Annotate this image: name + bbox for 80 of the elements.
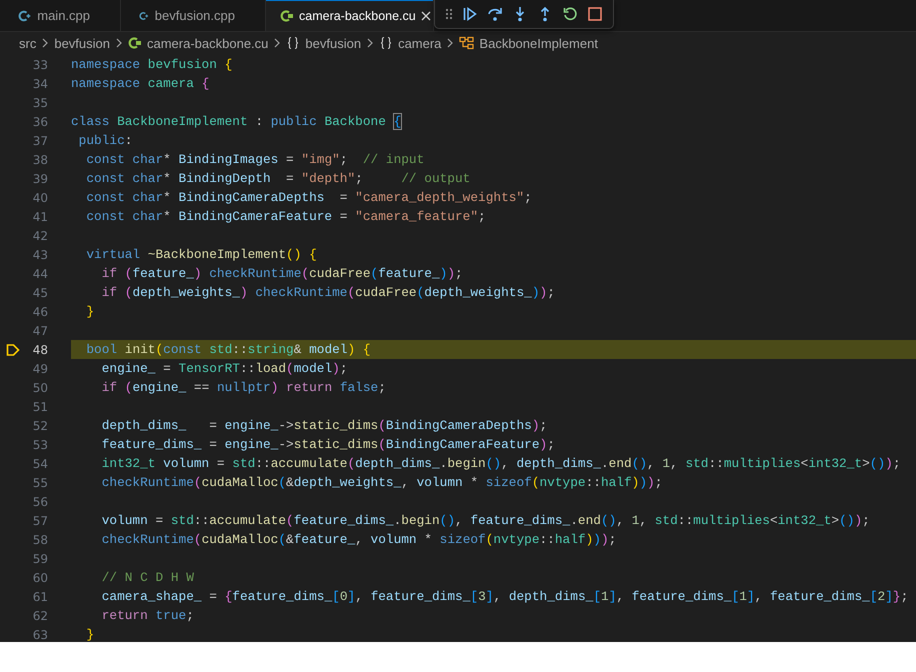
line-number: 51 [32, 400, 48, 414]
breadcrumb-item[interactable]: src [19, 36, 36, 50]
line-number: 45 [32, 286, 48, 300]
line-number: 58 [32, 532, 48, 546]
breadcrumb-item[interactable]: camera [398, 36, 442, 50]
code-line: depth_dims_ = engine_->static_dims(BindingCameraDepths); [100, 417, 548, 435]
chevron-icon [41, 38, 50, 48]
stop-icon[interactable] [587, 6, 603, 22]
code-line: int32_t volumn = std::accumulate(depth_dims_.begin(), depth_dims_.end(), 1, std::multiplies<int32_t>()); [100, 455, 901, 473]
chevron-icon [273, 38, 282, 48]
code-line: namespace camera { [71, 75, 210, 93]
code-line: } [85, 626, 94, 644]
line-number: 36 [32, 114, 48, 128]
cpp-file-icon [18, 8, 32, 22]
cuda-file-icon [280, 8, 294, 22]
line-number: 55 [32, 476, 48, 490]
code-line: feature_dims_ = engine_->static_dims(BindingCameraFeature); [100, 436, 555, 454]
line-number: 44 [32, 266, 48, 280]
restart-icon[interactable] [562, 6, 578, 22]
line-number: 49 [32, 362, 48, 376]
code-line: class BackboneImplement : public Backbone { [71, 113, 402, 131]
current-line-pointer-icon [6, 342, 20, 356]
line-number: 60 [32, 570, 48, 584]
chevron-icon [115, 38, 123, 48]
line-number: 41 [32, 210, 48, 224]
continue-icon[interactable] [462, 6, 478, 22]
code-line: camera_shape_ = {feature_dims_[0], feature_dims_[3], depth_dims_[1], feature_dims_[1], feature_dims_[2]}; [100, 588, 908, 606]
step-over-icon[interactable] [487, 6, 503, 22]
chevron-icon [446, 38, 454, 48]
editor-tab[interactable]: camera-backbone.cu [266, 0, 434, 31]
line-number: 39 [32, 172, 48, 186]
breadcrumb-item[interactable]: bevfusion [54, 36, 110, 50]
breadcrumb-item[interactable]: BackboneImplement [479, 36, 598, 50]
line-number: 35 [32, 96, 48, 110]
line-number: 50 [32, 380, 48, 394]
code-line: // N C D H W [100, 569, 194, 587]
line-number: 33 [32, 58, 48, 72]
braces-icon [286, 36, 300, 50]
line-number: 37 [32, 134, 48, 148]
code-line: const char* BindingImages = "img"; // input [85, 151, 424, 169]
line-number: 54 [32, 456, 48, 470]
drag-handle-icon[interactable] [445, 7, 453, 21]
breadcrumb-item[interactable]: bevfusion [305, 36, 362, 50]
line-number: 52 [32, 418, 48, 432]
line-number: 63 [32, 628, 48, 642]
code-line: if (depth_weights_) checkRuntime(cudaFree(depth_weights_)); [100, 284, 555, 302]
code-line: const char* BindingDepth = "depth"; // output [85, 170, 470, 188]
code-line: } [85, 303, 94, 321]
code-line: namespace bevfusion { [71, 56, 232, 74]
line-number: 59 [32, 552, 48, 566]
class-icon [459, 36, 474, 50]
braces-icon [379, 36, 394, 50]
line-number: 62 [32, 608, 48, 622]
line-number: 47 [32, 324, 48, 338]
line-number: 34 [32, 76, 48, 90]
line-number: 38 [32, 152, 48, 166]
code-line: const char* BindingCameraDepths = "camera_depth_weights"; [85, 189, 532, 207]
code-line: public: [78, 132, 132, 150]
close-icon[interactable] [420, 10, 431, 20]
line-number: 42 [32, 228, 48, 242]
line-number: 61 [32, 590, 48, 604]
code-line: checkRuntime(cudaMalloc(&depth_weights_, volumn * sizeof(nvtype::half))); [100, 474, 662, 492]
line-number: 46 [32, 304, 48, 318]
code-line: checkRuntime(cudaMalloc(&feature_, volumn * sizeof(nvtype::half))); [100, 531, 616, 549]
line-number: 43 [32, 248, 48, 262]
code-line: if (feature_) checkRuntime(cudaFree(feature_)); [100, 265, 463, 283]
line-number: 57 [32, 514, 48, 528]
line-number: 56 [32, 494, 48, 508]
line-number: 48 [32, 342, 48, 356]
code-line: virtual ~BackboneImplement() { [85, 246, 317, 264]
breadcrumb-item[interactable]: camera-backbone.cu [147, 36, 268, 50]
cuda-file-icon [128, 36, 142, 50]
code-line: if (engine_ == nullptr) return false; [100, 379, 386, 397]
code-line: const char* BindingCameraFeature = "camera_feature"; [85, 208, 486, 226]
code-line: volumn = std::accumulate(feature_dims_.begin(), feature_dims_.end(), 1, std::multiplies<int32_t>()); [100, 512, 870, 530]
code-line: engine_ = TensorRT::load(model); [100, 360, 348, 378]
line-number: 40 [32, 190, 48, 204]
code-line: return true; [100, 607, 194, 625]
line-number: 53 [32, 438, 48, 452]
chevron-icon [366, 38, 374, 48]
